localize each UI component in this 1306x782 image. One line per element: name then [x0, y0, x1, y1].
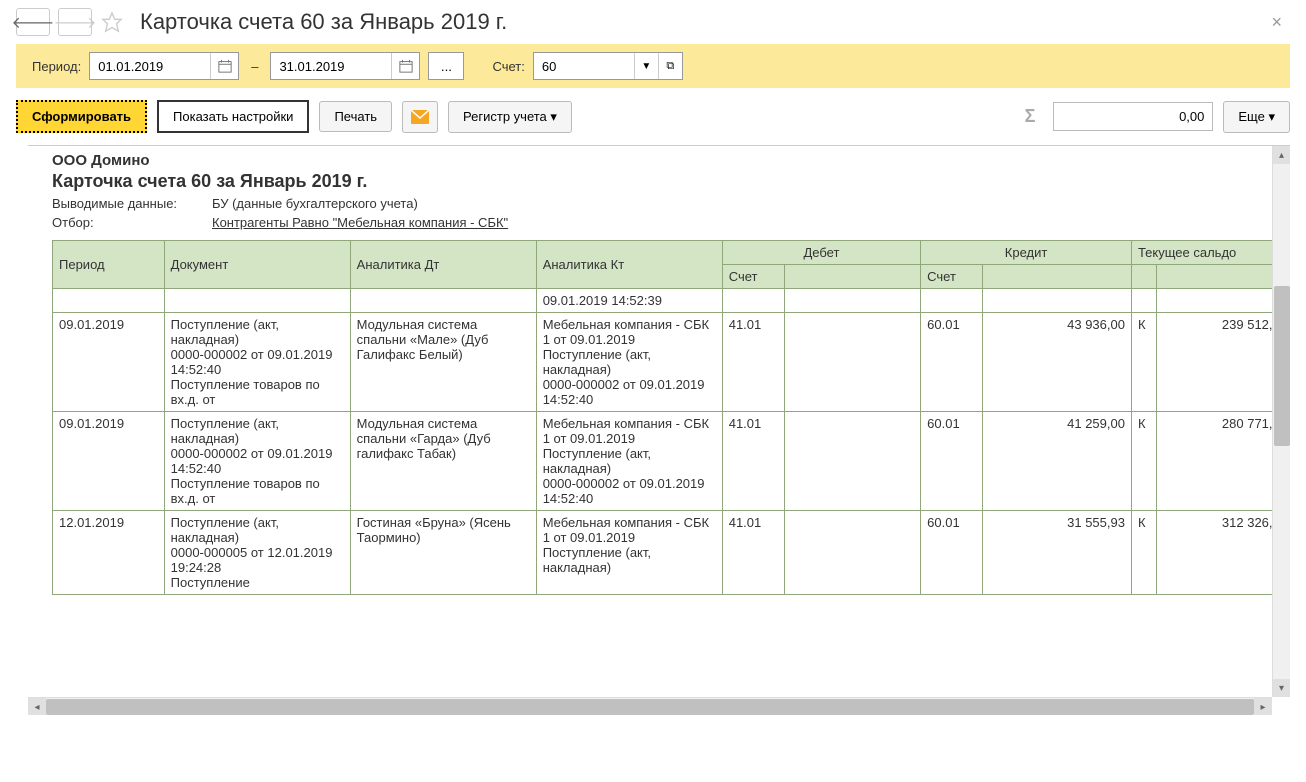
favorite-icon[interactable]: [100, 10, 124, 34]
account-input[interactable]: [534, 55, 634, 78]
cell-period: 09.01.2019: [53, 412, 165, 511]
cell-period: 12.01.2019: [53, 511, 165, 595]
cell-analytics_dt: Гостиная «Бруна» (Ясень Таормино): [350, 511, 536, 595]
col-debit-acct: Счет: [722, 265, 784, 289]
cell-analytics_kt: Мебельная компания - СБК 1 от 09.01.2019…: [536, 412, 722, 511]
cell-document: Поступление (акт, накладная) 0000-000002…: [164, 313, 350, 412]
register-label: Регистр учета: [463, 109, 547, 124]
cell-analytics_dt: Модульная система спальни «Мале» (Дуб Га…: [350, 313, 536, 412]
cell-analytics_kt: Мебельная компания - СБК 1 от 09.01.2019…: [536, 511, 722, 595]
cell-credit_amt: 41 259,00: [983, 412, 1132, 511]
cell-analytics_dt: Модульная система спальни «Гарда» (Дуб г…: [350, 412, 536, 511]
cell-document: Поступление (акт, накладная) 0000-000002…: [164, 412, 350, 511]
sigma-icon: Σ: [1017, 106, 1044, 127]
cell-bal_side: К: [1131, 511, 1157, 595]
cell-bal_side: К: [1131, 412, 1157, 511]
forward-button[interactable]: 🡒: [58, 8, 92, 36]
cell-credit_acct: 60.01: [921, 412, 983, 511]
scroll-right-icon[interactable]: ▸: [1254, 698, 1272, 715]
meta-filter-label: Отбор:: [52, 215, 192, 230]
cell-debit_acct: 41.01: [722, 412, 784, 511]
org-name: ООО Домино: [52, 152, 1246, 169]
cell-debit_amt: [784, 313, 920, 412]
cell-bal_amt: 312 326,93: [1157, 511, 1290, 595]
col-analytics-dt: Аналитика Дт: [350, 241, 536, 289]
col-analytics-kt: Аналитика Кт: [536, 241, 722, 289]
calendar-icon[interactable]: [391, 53, 419, 79]
date-to-group: [270, 52, 420, 80]
meta-filter-value: Контрагенты Равно "Мебельная компания - …: [212, 215, 508, 230]
cell-document: Поступление (акт, накладная) 0000-000005…: [164, 511, 350, 595]
col-period: Период: [53, 241, 165, 289]
account-group: ▼ ⧉: [533, 52, 683, 80]
calendar-icon[interactable]: [210, 53, 238, 79]
chevron-down-icon: ▾: [1268, 109, 1275, 124]
cell-debit_acct: 41.01: [722, 511, 784, 595]
account-label: Счет:: [492, 59, 524, 74]
chevron-down-icon: ▾: [550, 109, 557, 124]
more-button[interactable]: Еще ▾: [1223, 101, 1290, 133]
table-row-partial: 09.01.2019 14:52:39: [53, 289, 1291, 313]
meta-output-value: БУ (данные бухгалтерского учета): [212, 196, 418, 211]
cell-debit_amt: [784, 412, 920, 511]
col-debit: Дебет: [722, 241, 920, 265]
cell-debit_acct: 41.01: [722, 313, 784, 412]
cell-bal_amt: 239 512,00: [1157, 313, 1290, 412]
report-title: Карточка счета 60 за Январь 2019 г.: [52, 171, 1246, 192]
account-dropdown[interactable]: ▼: [634, 53, 658, 79]
cell-bal_side: К: [1131, 313, 1157, 412]
cell-debit_amt: [784, 511, 920, 595]
col-credit-amt: [983, 265, 1132, 289]
col-document: Документ: [164, 241, 350, 289]
cell-analytics-kt: 09.01.2019 14:52:39: [536, 289, 722, 313]
action-bar: Сформировать Показать настройки Печать Р…: [0, 88, 1306, 145]
more-label: Еще: [1238, 109, 1264, 124]
show-settings-button[interactable]: Показать настройки: [157, 100, 309, 133]
col-bal-side: [1131, 265, 1157, 289]
period-label: Период:: [32, 59, 81, 74]
cell-period: 09.01.2019: [53, 313, 165, 412]
scroll-left-icon[interactable]: ◂: [28, 698, 46, 715]
period-select-button[interactable]: ...: [428, 52, 464, 80]
col-credit-acct: Счет: [921, 265, 983, 289]
col-balance: Текущее сальдо: [1131, 241, 1290, 265]
col-bal-amt: [1157, 265, 1290, 289]
page-title: Карточка счета 60 за Январь 2019 г.: [140, 9, 507, 35]
col-debit-amt: [784, 265, 920, 289]
date-from-group: [89, 52, 239, 80]
col-credit: Кредит: [921, 241, 1132, 265]
cell-credit_amt: 43 936,00: [983, 313, 1132, 412]
register-button[interactable]: Регистр учета ▾: [448, 101, 572, 133]
sum-input[interactable]: [1053, 102, 1213, 131]
mail-button[interactable]: [402, 101, 438, 133]
vertical-scrollbar[interactable]: ▴ ▾: [1272, 146, 1290, 697]
report-table: Период Документ Аналитика Дт Аналитика К…: [52, 240, 1290, 595]
account-open-button[interactable]: ⧉: [658, 53, 682, 79]
back-button[interactable]: 🡐: [16, 8, 50, 36]
cell-analytics_kt: Мебельная компания - СБК 1 от 09.01.2019…: [536, 313, 722, 412]
cell-bal_amt: 280 771,00: [1157, 412, 1290, 511]
close-button[interactable]: ×: [1263, 12, 1290, 33]
generate-button[interactable]: Сформировать: [16, 100, 147, 133]
meta-output-label: Выводимые данные:: [52, 196, 192, 211]
horizontal-scrollbar[interactable]: ◂ ▸: [28, 697, 1272, 715]
table-row[interactable]: 09.01.2019Поступление (акт, накладная) 0…: [53, 313, 1291, 412]
table-row[interactable]: 09.01.2019Поступление (акт, накладная) 0…: [53, 412, 1291, 511]
date-from-input[interactable]: [90, 55, 210, 78]
table-row[interactable]: 12.01.2019Поступление (акт, накладная) 0…: [53, 511, 1291, 595]
cell-credit_acct: 60.01: [921, 313, 983, 412]
scroll-up-icon[interactable]: ▴: [1273, 146, 1290, 164]
hscroll-thumb[interactable]: [46, 699, 1254, 715]
filter-bar: Период: – ... Счет: ▼ ⧉: [16, 44, 1290, 88]
scroll-down-icon[interactable]: ▾: [1273, 679, 1290, 697]
date-to-input[interactable]: [271, 55, 391, 78]
print-button[interactable]: Печать: [319, 101, 392, 132]
cell-credit_acct: 60.01: [921, 511, 983, 595]
vscroll-thumb[interactable]: [1274, 286, 1290, 446]
report-body: ООО Домино Карточка счета 60 за Январь 2…: [28, 146, 1290, 715]
dash: –: [251, 59, 258, 74]
cell-credit_amt: 31 555,93: [983, 511, 1132, 595]
